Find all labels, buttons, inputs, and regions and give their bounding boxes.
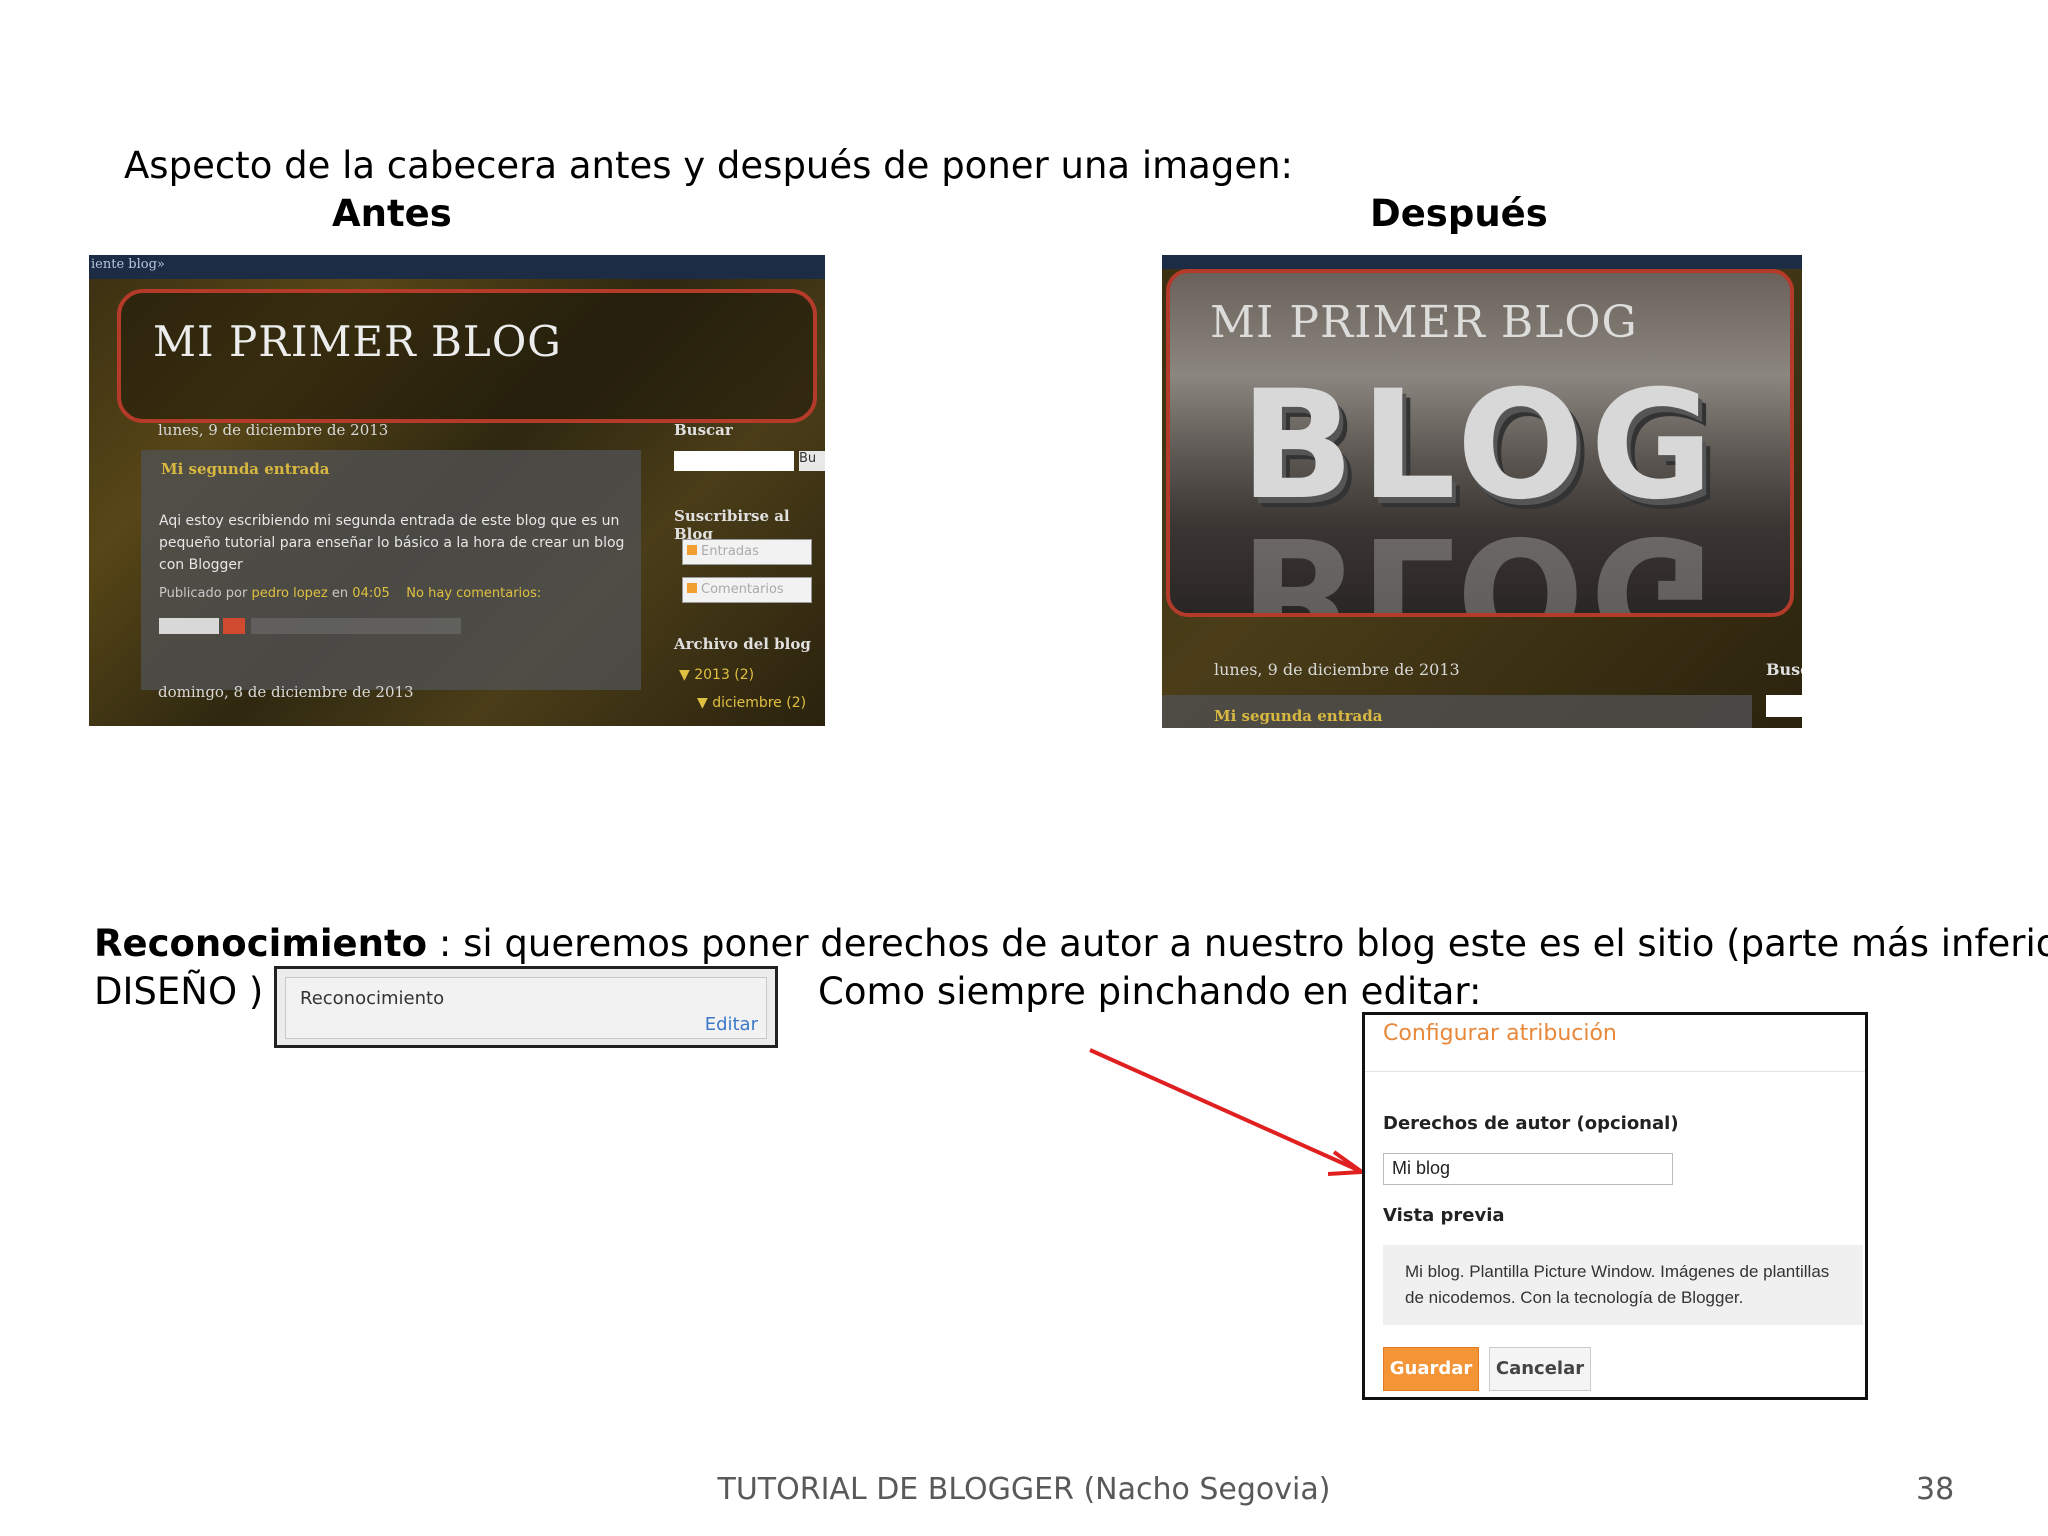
archive-year-link[interactable]: ▼ 2013 (2) bbox=[679, 667, 754, 683]
widget-label: Reconocimiento bbox=[300, 988, 445, 1009]
blog-title: MI PRIMER BLOG bbox=[1210, 297, 1638, 348]
dialog-divider bbox=[1365, 1071, 1865, 1072]
search-input[interactable] bbox=[1766, 695, 1802, 717]
share-recommend-bar[interactable] bbox=[251, 618, 461, 634]
feed-entries-button[interactable]: Entradas bbox=[682, 539, 812, 565]
post-title-link[interactable]: Mi segunda entrada bbox=[1214, 707, 1382, 725]
search-button[interactable]: Bu bbox=[799, 451, 825, 471]
feed-entries-label: Entradas bbox=[701, 544, 759, 559]
post-date-2: domingo, 8 de diciembre de 2013 bbox=[158, 683, 414, 701]
subscribe-heading: Suscribirse al Blog bbox=[674, 507, 790, 543]
intro-text: Aspecto de la cabecera antes y después d… bbox=[124, 144, 1294, 187]
blog-header-image: MI PRIMER BLOG BLOG BLOG bbox=[1166, 269, 1794, 617]
post-title-link[interactable]: Mi segunda entrada bbox=[161, 460, 329, 478]
blog-title: MI PRIMER BLOG bbox=[153, 317, 562, 366]
google-plus-share-icon[interactable] bbox=[223, 618, 245, 634]
blogger-navbar bbox=[1162, 255, 1802, 269]
attribution-dialog: Configurar atribución Derechos de autor … bbox=[1362, 1012, 1868, 1400]
share-buttons[interactable] bbox=[159, 618, 219, 634]
reconocimiento-text: Reconocimiento : si queremos poner derec… bbox=[94, 922, 2048, 965]
rss-icon bbox=[687, 545, 697, 555]
search-heading: Busc bbox=[1766, 660, 1802, 679]
como-text: Como siempre pinchando en editar: bbox=[818, 970, 1482, 1013]
cancel-button[interactable]: Cancelar bbox=[1489, 1347, 1591, 1391]
page-number: 38 bbox=[1916, 1472, 1955, 1507]
meta-prefix: Publicado por bbox=[159, 586, 248, 601]
dialog-title: Configurar atribución bbox=[1383, 1021, 1617, 1046]
save-button[interactable]: Guardar bbox=[1383, 1347, 1479, 1391]
red-arrow-icon bbox=[1089, 1048, 1368, 1176]
meta-en: en bbox=[331, 586, 349, 601]
header-image-reflection: BLOG bbox=[1240, 503, 1720, 617]
post-date: lunes, 9 de diciembre de 2013 bbox=[158, 421, 389, 439]
reconocimiento-rest: : si queremos poner derechos de autor a … bbox=[427, 922, 2048, 965]
feed-comments-label: Comentarios bbox=[701, 582, 784, 597]
search-heading: Buscar bbox=[674, 421, 733, 439]
edit-link[interactable]: Editar bbox=[705, 1014, 758, 1035]
search-input[interactable] bbox=[674, 451, 794, 471]
before-label: Antes bbox=[332, 192, 452, 235]
preview-line-2: de nicodemos. Con la tecnología de Blogg… bbox=[1405, 1288, 1744, 1307]
post-body: Aqi estoy escribiendo mi segunda entrada… bbox=[159, 513, 625, 573]
copyright-label: Derechos de autor (opcional) bbox=[1383, 1113, 1679, 1134]
preview-label: Vista previa bbox=[1383, 1205, 1505, 1226]
post-meta: Publicado por pedro lopez en 04:05 No ha… bbox=[159, 586, 541, 601]
archive-month-link[interactable]: ▼ diciembre (2) bbox=[697, 695, 806, 711]
rss-icon bbox=[687, 583, 697, 593]
feed-comments-button[interactable]: Comentarios bbox=[682, 577, 812, 603]
after-blog-screenshot: MI PRIMER BLOG BLOG BLOG lunes, 9 de dic… bbox=[1162, 255, 1802, 728]
post-date: lunes, 9 de diciembre de 2013 bbox=[1214, 660, 1460, 679]
time-link[interactable]: 04:05 bbox=[352, 586, 389, 601]
after-label: Después bbox=[1370, 192, 1548, 235]
archive-heading: Archivo del blog bbox=[674, 635, 811, 653]
preview-box: Mi blog. Plantilla Picture Window. Imáge… bbox=[1383, 1245, 1863, 1325]
diseno-text: DISEÑO ) . bbox=[94, 970, 287, 1013]
before-blog-screenshot: iente blog» MI PRIMER BLOG lunes, 9 de d… bbox=[89, 255, 825, 726]
reconocimiento-bold: Reconocimiento bbox=[94, 922, 428, 965]
blog-post: Mi segunda entrada Aqi estoy escribiendo… bbox=[141, 450, 641, 690]
blog-header: MI PRIMER BLOG bbox=[117, 289, 817, 423]
widget-panel: Reconocimiento Editar bbox=[285, 977, 767, 1039]
navbar-text: iente blog» bbox=[91, 257, 165, 272]
author-link[interactable]: pedro lopez bbox=[251, 586, 327, 601]
preview-line-1: Mi blog. Plantilla Picture Window. Imáge… bbox=[1405, 1262, 1830, 1281]
blogger-navbar: iente blog» bbox=[89, 255, 825, 279]
slide-footer: TUTORIAL DE BLOGGER (Nacho Segovia) bbox=[717, 1472, 1331, 1507]
comments-link[interactable]: No hay comentarios: bbox=[406, 586, 541, 601]
copyright-input[interactable]: Mi blog bbox=[1383, 1153, 1673, 1185]
reconocimiento-widget: Reconocimiento Editar bbox=[274, 966, 778, 1048]
